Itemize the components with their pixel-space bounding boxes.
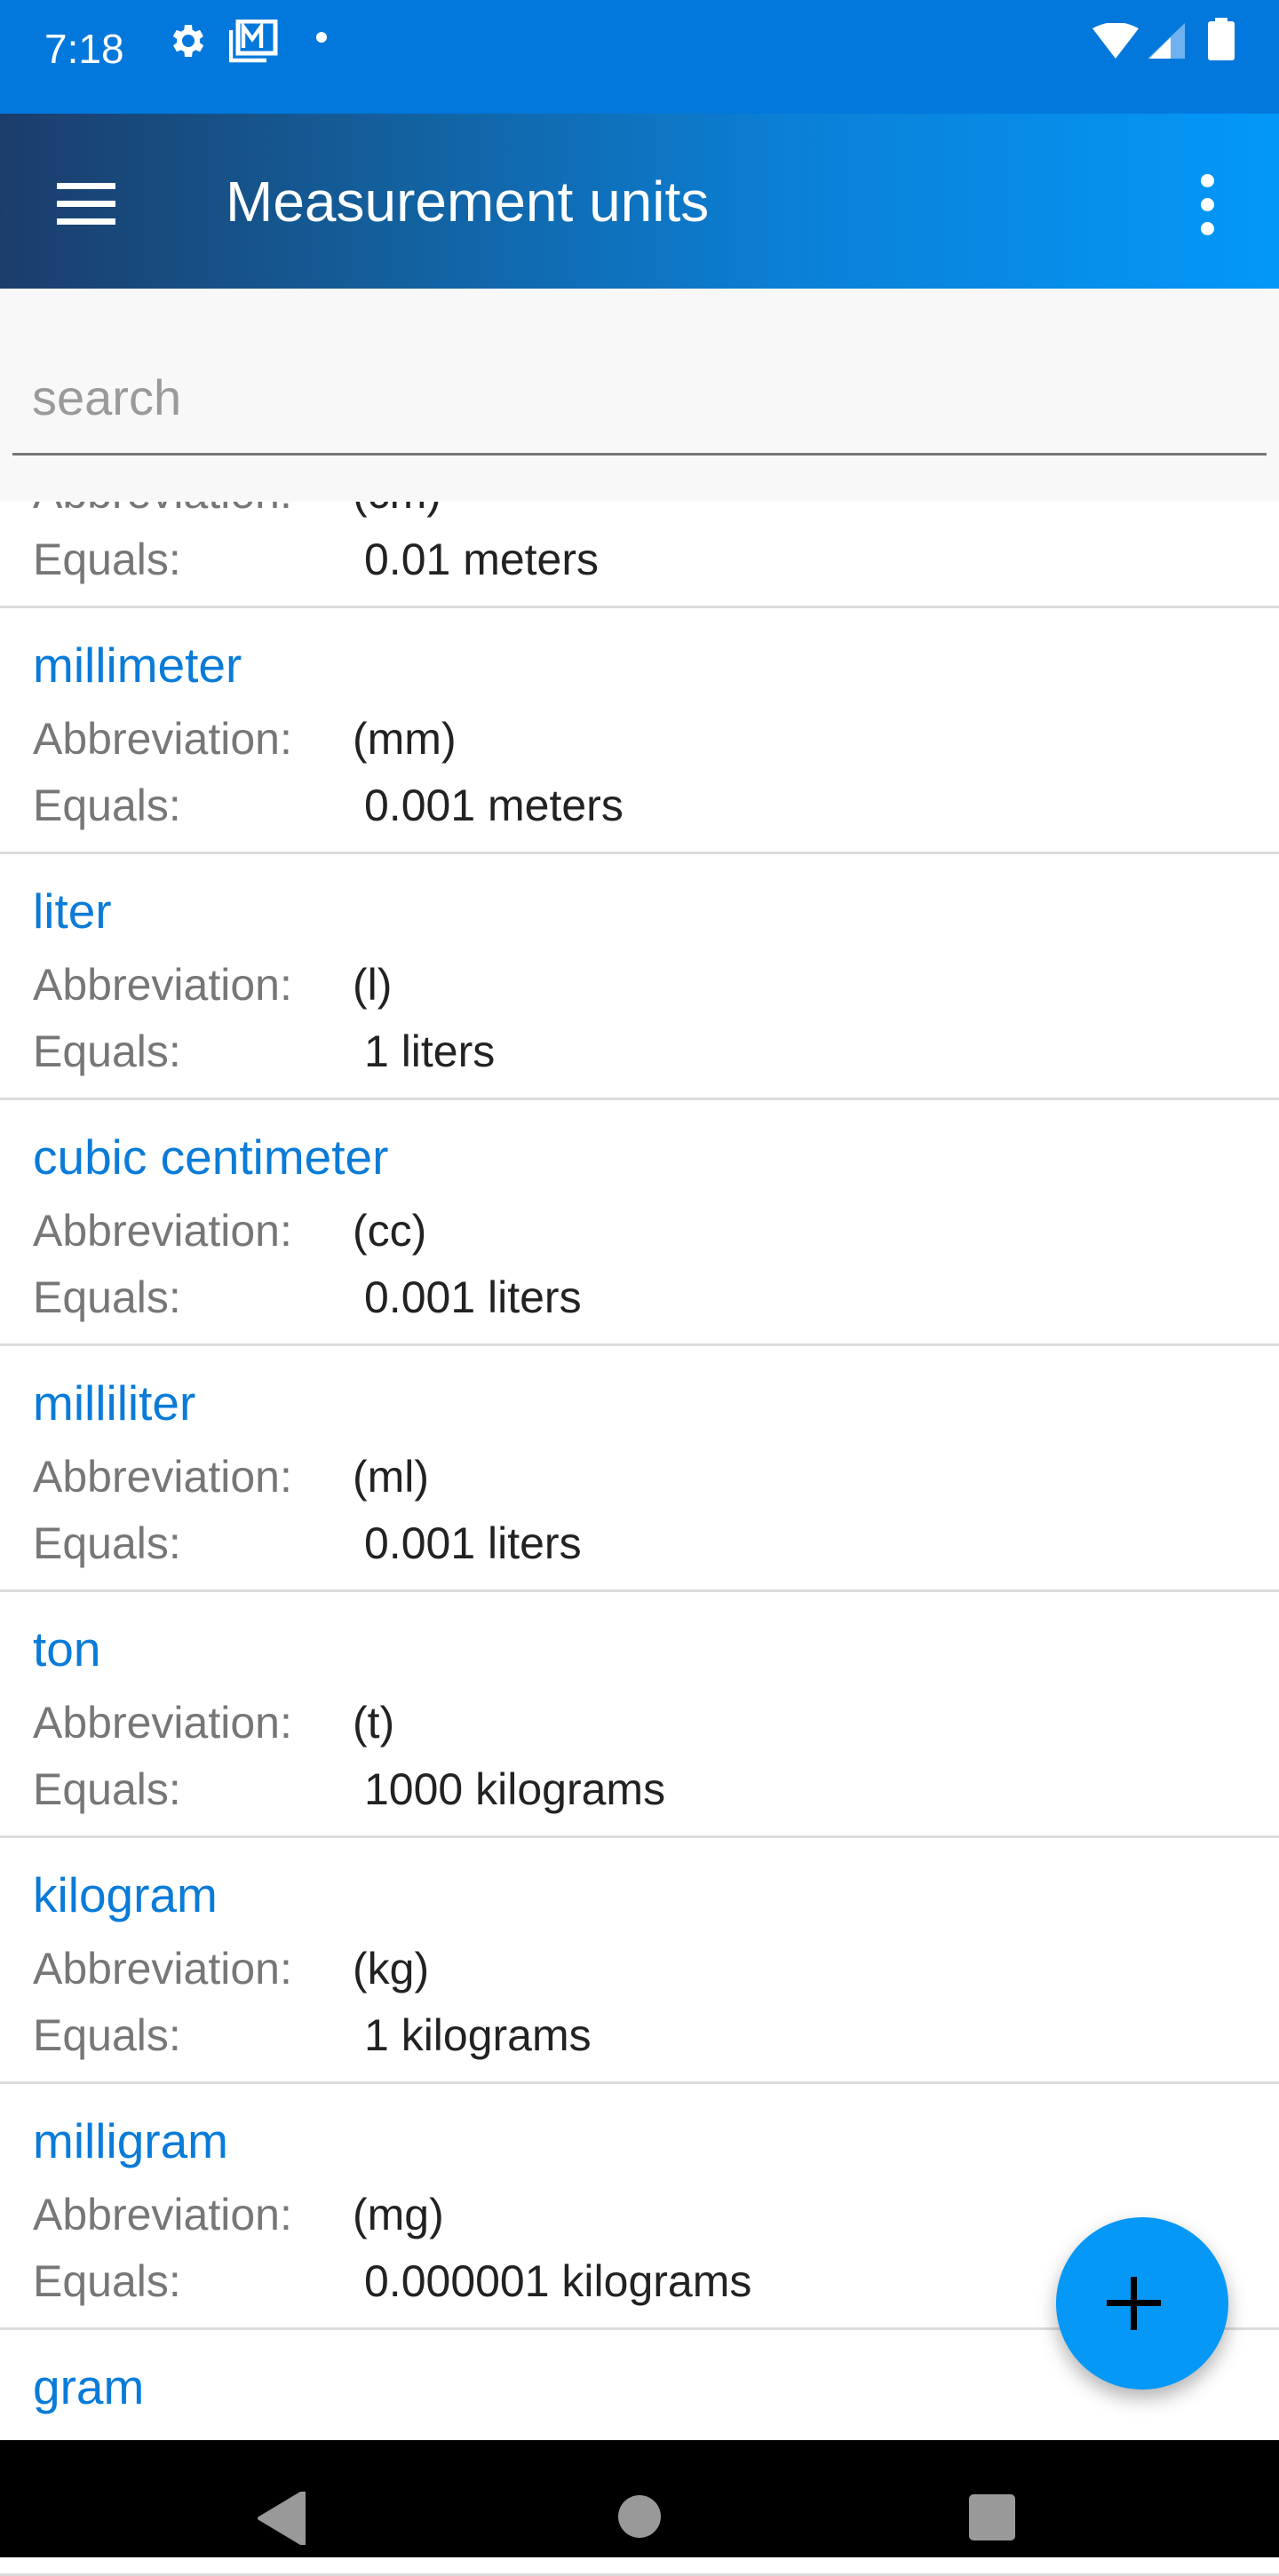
unit-name: millimeter — [33, 638, 242, 693]
unit-name: milliliter — [33, 1375, 196, 1431]
app-bar: Measurement units — [0, 114, 1279, 289]
status-time: 7:18 — [44, 26, 124, 72]
search-bar — [0, 289, 1279, 502]
equals-value: 1 kilograms — [364, 2010, 592, 2060]
back-icon[interactable] — [258, 2492, 306, 2545]
signal-icon — [1148, 23, 1185, 59]
settings-icon — [172, 25, 204, 57]
unit-name: gram — [33, 2359, 145, 2414]
abbreviation-label: Abbreviation: — [33, 1452, 292, 1502]
equals-label: Equals: — [33, 781, 181, 830]
abbreviation-label: Abbreviation: — [33, 960, 292, 1010]
hamburger-icon[interactable] — [57, 183, 117, 226]
equals-value: 0.01 meters — [364, 535, 600, 584]
equals-value: 1000 kilograms — [364, 1764, 666, 1814]
abbreviation-value: (t) — [353, 1698, 395, 1748]
abbreviation-value: (mm) — [353, 714, 457, 764]
status-bar: 7:18 — [0, 0, 1279, 114]
abbreviation-label: Abbreviation: — [33, 1698, 292, 1748]
abbreviation-value: (cc) — [353, 1206, 427, 1256]
list-item[interactable]: milliliter Abbreviation: (ml) Equals: 0.001 … — [0, 1346, 1279, 1592]
unit-name: ton — [33, 1621, 101, 1676]
equals-label: Equals: — [33, 1518, 181, 1568]
equals-label: Equals: — [33, 1272, 181, 1322]
abbreviation-value: (ml) — [353, 1452, 430, 1502]
wifi-icon — [1092, 23, 1139, 59]
search-input[interactable] — [12, 342, 1267, 456]
gmail-icon — [229, 20, 278, 63]
equals-label: Equals: — [33, 2010, 181, 2060]
list-item[interactable]: liter Abbreviation: (l) Equals: 1 liters — [0, 854, 1279, 1100]
equals-label: Equals: — [33, 2256, 181, 2306]
abbreviation-value: (mg) — [353, 2190, 444, 2239]
more-vert-icon[interactable] — [1195, 174, 1221, 236]
equals-value: 0.000001 kilograms — [364, 2256, 752, 2306]
equals-label: Equals: — [33, 1026, 181, 1076]
abbreviation-value: (kg) — [353, 1944, 430, 1993]
page-title: Measurement units — [226, 170, 710, 234]
dot-icon — [316, 32, 327, 43]
list-item[interactable]: ton Abbreviation: (t) Equals: 1000 kilograms — [0, 1592, 1279, 1838]
list-item[interactable]: cubic centimeter Abbreviation: (cc) Equals:… — [0, 1100, 1279, 1346]
navigation-bar — [0, 2440, 1279, 2557]
plus-icon-bar — [1107, 2300, 1161, 2306]
abbreviation-label: Abbreviation: — [33, 714, 292, 764]
unit-name: kilogram — [33, 1867, 218, 1922]
abbreviation-value: (l) — [353, 960, 393, 1010]
abbreviation-label: Abbreviation: — [33, 1206, 292, 1256]
add-unit-button[interactable] — [1056, 2217, 1228, 2390]
list-item[interactable]: kilogram Abbreviation: (kg) Equals: 1 kilogr… — [0, 1838, 1279, 2084]
recents-icon[interactable] — [968, 2493, 1016, 2541]
equals-label: Equals: — [33, 535, 181, 584]
list-item[interactable]: millimeter Abbreviation: (mm) Equals: 0.001 … — [0, 608, 1279, 854]
equals-value: 0.001 liters — [364, 1272, 582, 1322]
home-icon[interactable] — [616, 2493, 663, 2540]
abbreviation-label: Abbreviation: — [33, 1944, 292, 1993]
unit-name: cubic centimeter — [33, 1129, 389, 1185]
equals-label: Equals: — [33, 1764, 181, 1814]
equals-value: 0.001 meters — [364, 781, 624, 830]
equals-value: 1 liters — [364, 1026, 496, 1076]
unit-name: milligram — [33, 2113, 228, 2168]
battery-icon — [1208, 18, 1235, 60]
unit-name: liter — [33, 884, 112, 939]
equals-value: 0.001 liters — [364, 1518, 582, 1568]
abbreviation-label: Abbreviation: — [33, 2190, 292, 2239]
